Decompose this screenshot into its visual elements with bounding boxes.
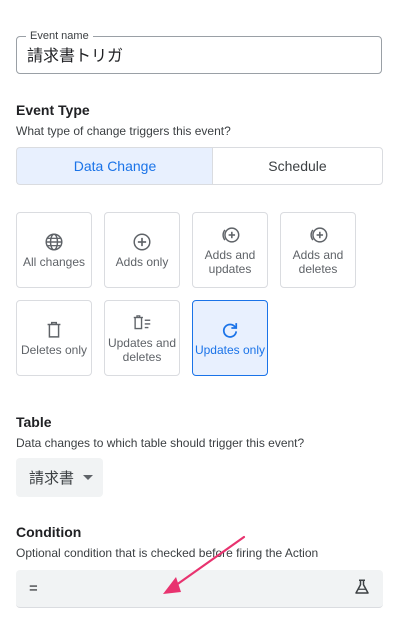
annotation-arrow — [163, 535, 246, 594]
